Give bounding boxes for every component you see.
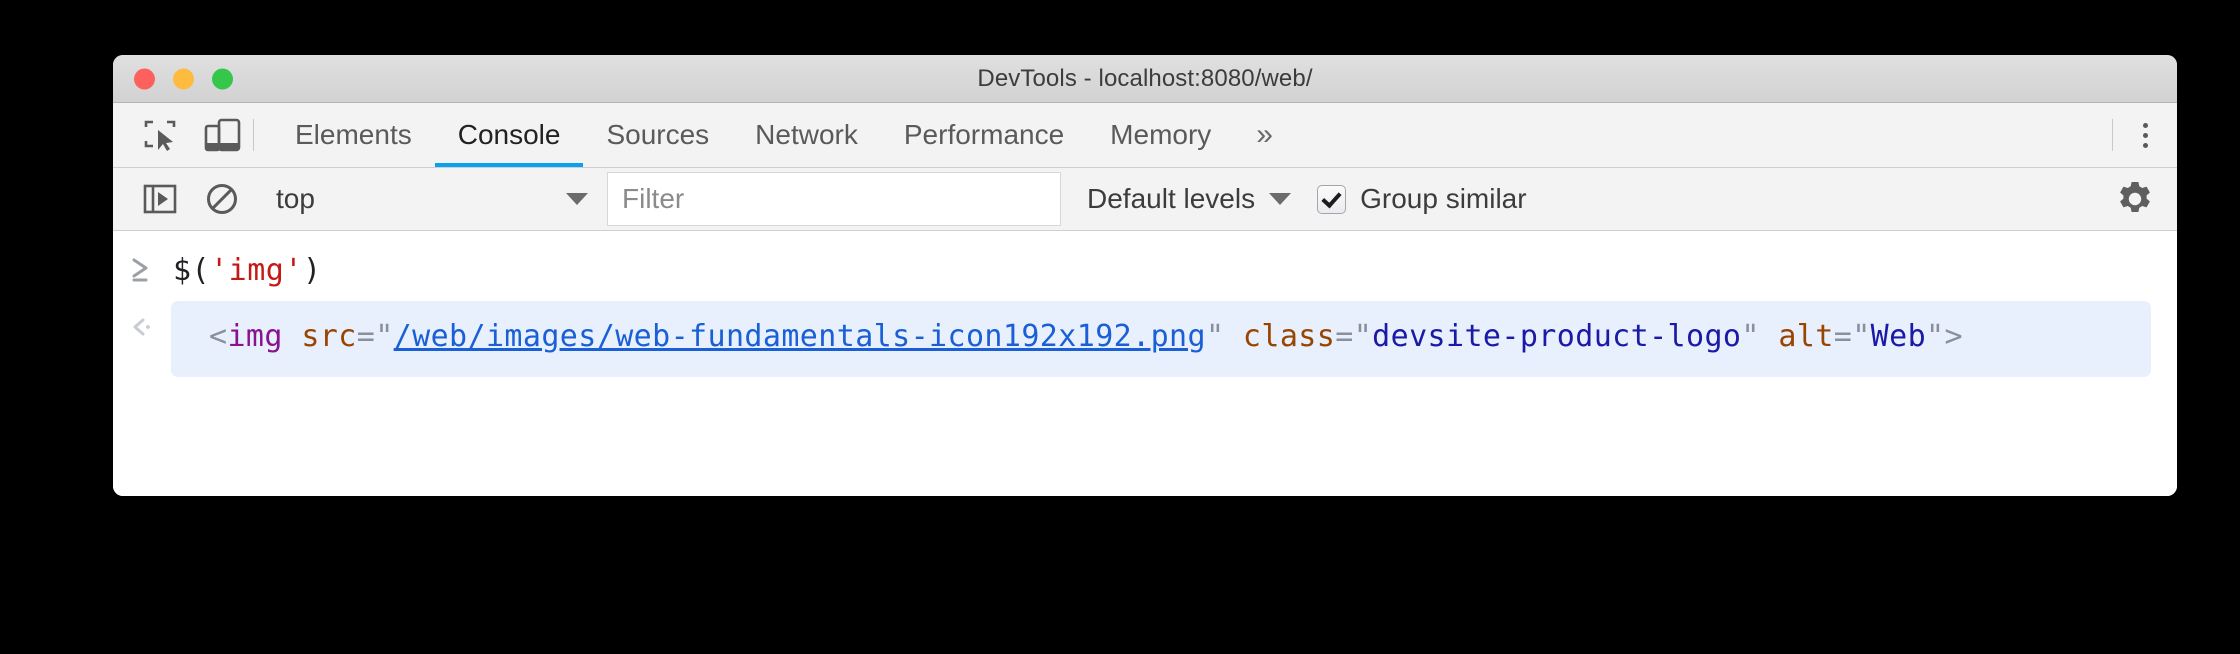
clear-console-icon[interactable] bbox=[191, 168, 253, 230]
tab-performance[interactable]: Performance bbox=[881, 103, 1087, 167]
result-attr-src-quote-open: " bbox=[375, 319, 394, 354]
chevron-down-icon-levels bbox=[1269, 193, 1292, 205]
result-attr-alt-quote-close: " bbox=[1926, 319, 1945, 354]
traffic-lights bbox=[134, 68, 233, 89]
console-output: $('img') <img src="/web/images/web-funda… bbox=[113, 231, 2177, 496]
window-title: DevTools - localhost:8080/web/ bbox=[977, 64, 1313, 92]
toolbar-divider bbox=[253, 119, 254, 151]
prompt-code-prefix: $( bbox=[173, 253, 211, 288]
console-result-value[interactable]: <img src="/web/images/web-fundamentals-i… bbox=[171, 301, 2151, 377]
result-chevron-icon bbox=[113, 301, 171, 341]
filter-input[interactable]: Filter bbox=[607, 172, 1061, 226]
execution-context-selector[interactable]: top bbox=[268, 176, 588, 222]
result-attr-src-value-link[interactable]: /web/images/web-fundamentals-icon192x192… bbox=[394, 319, 1206, 354]
log-levels-dropdown[interactable]: Default levels bbox=[1087, 183, 1292, 215]
result-attr-src-eq: = bbox=[356, 319, 376, 354]
result-attr-class-value: devsite-product-logo bbox=[1372, 319, 1742, 354]
result-attr-alt-eq: = bbox=[1833, 319, 1853, 354]
result-tag-name: img bbox=[227, 319, 283, 354]
tab-elements[interactable]: Elements bbox=[272, 103, 435, 167]
tab-memory[interactable]: Memory bbox=[1087, 103, 1234, 167]
maximize-window-button[interactable] bbox=[212, 68, 233, 89]
devtools-tab-bar: Elements Console Sources Network Perform… bbox=[113, 103, 2177, 168]
chevron-down-icon bbox=[566, 193, 588, 205]
group-similar-checkbox[interactable] bbox=[1317, 184, 1347, 214]
result-attr-src-quote-close: " bbox=[1205, 319, 1225, 354]
console-sidebar-toggle-icon[interactable] bbox=[129, 168, 191, 230]
group-similar-toggle[interactable]: Group similar bbox=[1317, 183, 1527, 215]
result-attr-src-name: src bbox=[301, 319, 357, 354]
more-tabs-chevron-icon[interactable]: » bbox=[1234, 103, 1295, 167]
prompt-code-string: 'img' bbox=[210, 253, 303, 288]
result-close-bracket: > bbox=[1944, 319, 1963, 354]
device-toolbar-icon[interactable] bbox=[191, 103, 253, 167]
close-window-button[interactable] bbox=[134, 68, 155, 89]
group-similar-label: Group similar bbox=[1360, 183, 1527, 214]
result-attr-alt-quote-open: " bbox=[1852, 319, 1871, 354]
result-attr-class-name: class bbox=[1242, 319, 1336, 354]
execution-context-value: top bbox=[276, 183, 315, 214]
prompt-chevron-icon bbox=[113, 241, 171, 283]
result-attr-class-eq: = bbox=[1335, 319, 1354, 354]
result-space-2 bbox=[1224, 319, 1242, 354]
console-prompt-row: $('img') bbox=[113, 231, 2177, 293]
filter-placeholder: Filter bbox=[622, 183, 685, 214]
result-attr-alt-name: alt bbox=[1778, 319, 1834, 354]
tab-bar-right-group bbox=[2112, 103, 2177, 167]
tab-network[interactable]: Network bbox=[732, 103, 881, 167]
result-space-3 bbox=[1760, 319, 1778, 354]
gear-icon[interactable] bbox=[2093, 179, 2177, 219]
panel-tabs: Elements Console Sources Network Perform… bbox=[272, 103, 1295, 167]
title-bar: DevTools - localhost:8080/web/ bbox=[113, 55, 2177, 103]
kebab-menu-icon[interactable] bbox=[2113, 103, 2177, 167]
tab-console[interactable]: Console bbox=[434, 103, 584, 167]
result-attr-class-quote-open: " bbox=[1353, 319, 1373, 354]
console-result-row: <img src="/web/images/web-fundamentals-i… bbox=[113, 293, 2177, 377]
tab-sources[interactable]: Sources bbox=[583, 103, 732, 167]
prompt-code-suffix: ) bbox=[302, 253, 322, 288]
result-open-bracket: < bbox=[209, 319, 228, 354]
result-attr-class-quote-close: " bbox=[1741, 319, 1760, 354]
devtools-window: DevTools - localhost:8080/web/ Elements … bbox=[113, 55, 2177, 496]
inspect-element-icon[interactable] bbox=[129, 103, 191, 167]
console-input[interactable]: $('img') bbox=[171, 241, 2177, 293]
minimize-window-button[interactable] bbox=[173, 68, 194, 89]
log-levels-label: Default levels bbox=[1087, 183, 1256, 214]
result-space-1 bbox=[283, 319, 301, 354]
console-toolbar: top Filter Default levels Group similar bbox=[113, 168, 2177, 231]
result-attr-alt-value: Web bbox=[1870, 319, 1927, 354]
